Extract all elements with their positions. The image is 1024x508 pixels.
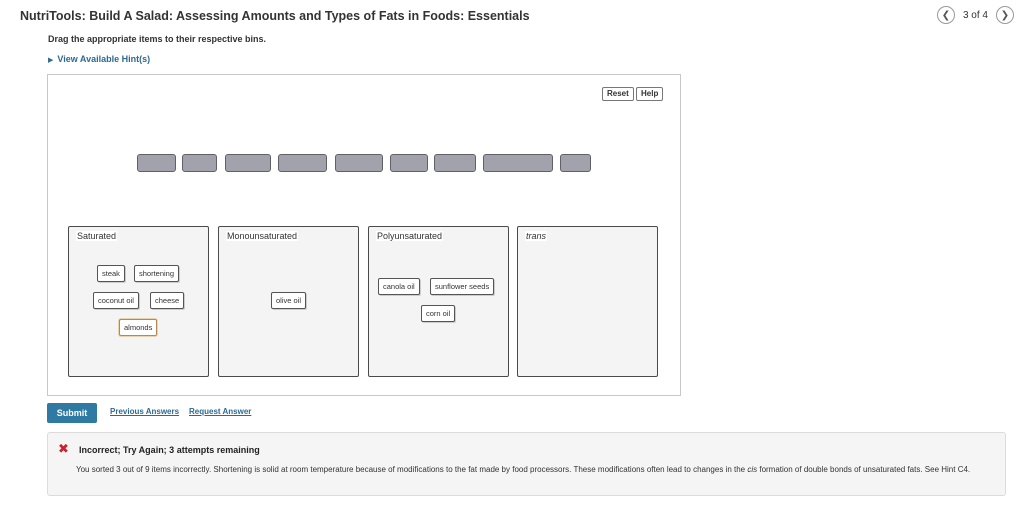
item-chip[interactable]: cheese: [150, 292, 185, 309]
feedback-title: Incorrect; Try Again; 3 attempts remaini…: [79, 445, 260, 455]
chevron-right-icon[interactable]: ❯: [996, 6, 1014, 24]
bin-polyunsaturated[interactable]: Polyunsaturated canola oil sunflower see…: [368, 226, 509, 377]
pager: ❮ 3 of 4 ❯: [936, 6, 1014, 24]
item-chip[interactable]: steak: [97, 265, 125, 282]
request-answer-link[interactable]: Request Answer: [189, 407, 251, 416]
chevron-left-icon[interactable]: ❮: [936, 6, 955, 24]
bin-label: Polyunsaturated: [376, 231, 444, 241]
view-hints-link[interactable]: ▶ View Available Hint(s): [48, 54, 150, 64]
empty-item-slot: [137, 154, 176, 172]
bin-saturated[interactable]: Saturated steak shortening coconut oil c…: [68, 226, 209, 377]
page-title: NutriTools: Build A Salad: Assessing Amo…: [20, 9, 530, 23]
bin-trans[interactable]: trans: [517, 226, 658, 377]
view-hints-label: View Available Hint(s): [57, 54, 151, 64]
bin-label: Monounsaturated: [226, 231, 299, 241]
empty-item-slot: [434, 154, 476, 172]
empty-item-slot: [182, 154, 217, 172]
item-chip[interactable]: olive oil: [271, 292, 307, 309]
item-chip[interactable]: canola oil: [378, 278, 420, 295]
reset-button[interactable]: Reset: [602, 87, 634, 101]
caret-right-icon: ▶: [48, 57, 54, 64]
previous-answers-link[interactable]: Previous Answers: [110, 407, 179, 416]
item-chip[interactable]: coconut oil: [93, 292, 139, 309]
empty-item-slot: [560, 154, 591, 172]
submit-button[interactable]: Submit: [47, 403, 97, 423]
drag-drop-workspace: Reset Help Saturated steak shortening co…: [47, 74, 681, 396]
x-mark-icon: ✖: [58, 441, 69, 456]
item-chip[interactable]: shortening: [134, 265, 180, 282]
feedback-text: You sorted 3 out of 9 items incorrectly.…: [76, 465, 748, 474]
feedback-panel: ✖ Incorrect; Try Again; 3 attempts remai…: [47, 432, 1006, 496]
bin-label: Saturated: [76, 231, 118, 241]
empty-item-slot: [483, 154, 553, 172]
pager-text: 3 of 4: [962, 9, 988, 21]
feedback-italic-term: cis: [747, 465, 758, 474]
empty-item-slot: [335, 154, 383, 172]
item-chip[interactable]: sunflower seeds: [430, 278, 495, 295]
feedback-text: formation of double bonds of unsaturated…: [757, 465, 971, 474]
bin-monounsaturated[interactable]: Monounsaturated olive oil: [218, 226, 359, 377]
empty-item-slot: [278, 154, 327, 172]
instructions: Drag the appropriate items to their resp…: [48, 34, 267, 44]
feedback-body: You sorted 3 out of 9 items incorrectly.…: [76, 464, 996, 475]
empty-item-slot: [390, 154, 428, 172]
help-button[interactable]: Help: [636, 87, 664, 101]
item-chip[interactable]: almonds: [119, 319, 158, 336]
empty-item-slot: [225, 154, 271, 172]
item-chip[interactable]: corn oil: [421, 305, 456, 322]
bin-label: trans: [525, 231, 548, 241]
